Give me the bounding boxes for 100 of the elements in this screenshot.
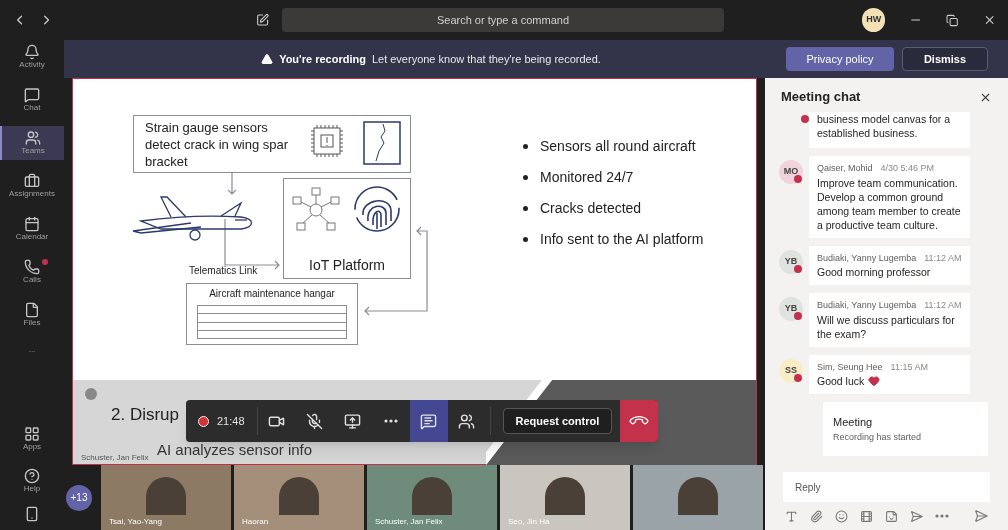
photo-placeholder [678,477,718,515]
bag-icon [24,173,40,189]
message-author: Sim, Seung Hee [817,360,883,374]
presenter-avatar [85,388,97,400]
chat-icon [24,87,40,103]
bullet-icon [523,175,528,180]
rail-item[interactable]: Chat [0,83,64,117]
network-icon [292,187,340,233]
participant-name: Haoran [241,516,270,528]
participant-name: Schuster, Jan Felix [374,516,444,528]
platform-label: IoT Platform [308,257,386,274]
bullet-text: Sensors all round aircraft [540,137,696,156]
rail-item[interactable]: Files [0,298,64,332]
hang-up-button[interactable] [620,400,659,442]
avatar: YB [779,297,803,321]
message-author: Budiaki, Yanny Lugemba [817,251,917,265]
phone-icon [24,259,40,275]
rail-label: Chat [23,103,41,113]
banner-button[interactable]: Privacy policy [786,47,894,71]
arrow [227,173,237,195]
avatar: YB [779,249,803,274]
rail-label: Teams [21,146,45,156]
crack-icon [363,121,401,165]
reply-field[interactable]: Reply [783,472,990,502]
gif-icon[interactable] [860,509,873,523]
chat-title: Meeting chat [781,88,861,107]
rail-label: Calendar [15,232,49,242]
slide-subtitle: AI analyzes sensor info [157,442,313,458]
rail-item[interactable]: ... [0,341,64,359]
message-time: 11:12 AM [924,299,962,312]
photo-placeholder [412,477,452,515]
chip-icon [309,123,345,159]
message-time: 11:15 AM [890,360,928,374]
event-title: Meeting [833,415,874,430]
emoji-icon[interactable] [835,509,848,523]
warning-icon [261,53,274,65]
bullet-icon [523,237,528,242]
file-icon [24,302,40,318]
rail-label: ... [28,345,36,355]
people-icon [458,412,476,430]
photo-placeholder [279,477,319,515]
banner-button[interactable]: Dismiss [902,47,988,71]
message-time: 11:12 AM [924,251,962,265]
restore-icon[interactable] [946,13,959,27]
bullet-text: Cracks detected [540,199,642,218]
message-author: Budiaki, Yanny Lugemba [817,299,917,312]
message-text: Good luck [817,374,865,388]
rail-label: Activity [19,60,45,70]
search-field[interactable]: Search or type a command [281,8,725,32]
share-icon [344,412,362,430]
rail-item[interactable]: Teams [0,126,64,160]
rail-label: Help [23,484,41,494]
avatar: SS [779,358,803,383]
meeting-timer: 21:48 [217,413,245,429]
banner-title: You're recording [279,51,366,67]
banner-text: Let everyone know that they're being recorded. [371,51,601,67]
send-icon[interactable] [974,509,988,523]
attach-icon[interactable] [810,509,823,523]
avatar: MO [779,160,803,184]
message-text: business model canvas for a established business. [817,112,952,140]
rail-label: Assignments [9,189,55,199]
bullet-icon [523,206,528,211]
stream-icon[interactable] [910,509,923,523]
device-icon[interactable] [24,506,40,522]
slide-title: 2. Disrup [111,404,180,426]
sensor-label: Strain gauge sensors detect crack in wing spar bracket [145,119,290,170]
mic-off-icon [306,412,324,430]
rail-item[interactable]: Help [0,464,64,498]
chat-button[interactable] [409,400,448,442]
more-participants-badge[interactable]: +13 [66,484,92,511]
telematics-label: Telematics Link [189,264,258,278]
help-icon [24,468,40,484]
rail-item[interactable]: Assignments [0,169,64,203]
message-text: Good morning professor [817,265,931,279]
chat-icon [420,412,438,430]
fingerprint-icon [353,185,401,233]
message-text: Improve team communication. Develop a common ground among team member to create a productive team culture. [817,175,962,232]
message-text: Will we discuss particulars for the exam? [817,312,956,341]
message-author: Qaiser, Mohid [817,162,873,175]
sticker-icon[interactable] [885,509,898,523]
request-control-button[interactable]: Request control [502,408,613,434]
participant-name: Tsai, Yao-Yang [108,516,163,528]
rail-label: Calls [23,275,41,285]
presenter-name: Schuster, Jan Felix [81,452,149,464]
rail-item[interactable]: Calls [0,255,64,289]
more-icon [935,514,949,518]
photo-placeholder [545,477,585,515]
people-icon [25,130,41,146]
format-icon[interactable] [785,509,798,523]
photo-placeholder [146,477,186,515]
apps-icon [24,426,40,442]
rail-item[interactable]: Calendar [0,212,64,246]
compose-icon[interactable] [256,13,270,27]
rail-item[interactable]: Apps [0,422,64,456]
bullet-icon [523,144,528,149]
record-icon [198,415,209,427]
rail-item[interactable]: Activity [0,40,64,74]
bell-icon [24,44,40,60]
more-icon [383,419,398,423]
user-avatar[interactable]: HW [862,8,886,32]
